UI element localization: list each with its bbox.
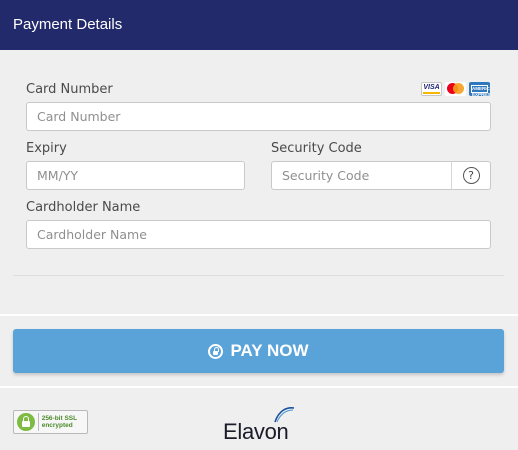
amex-icon: AMERICAN EXPRESS (469, 82, 490, 96)
cardholder-name-label: Cardholder Name (26, 200, 141, 215)
elavon-wordmark: Elavon (223, 419, 289, 444)
security-code-input[interactable] (272, 162, 451, 189)
secure-lock-icon (208, 343, 224, 359)
pay-now-label: PAY NOW (230, 341, 309, 360)
ssl-badge-line2: encrypted (41, 422, 73, 429)
accepted-cards: VISA AMERICAN EXPRESS (421, 82, 490, 96)
page-title: Payment Details (13, 16, 123, 33)
expiry-field[interactable] (26, 161, 245, 190)
footer-divider (0, 386, 518, 388)
pay-now-button[interactable]: PAY NOW (13, 329, 504, 373)
cardholder-name-input[interactable] (27, 221, 490, 248)
cardholder-name-field[interactable] (26, 220, 491, 249)
card-number-label: Card Number (26, 82, 113, 97)
card-number-field[interactable] (26, 102, 491, 131)
security-code-help-button[interactable]: ? (451, 161, 491, 190)
expiry-label: Expiry (26, 141, 67, 156)
security-code-field[interactable] (271, 161, 452, 190)
ssl-badge-line1: 256-bit SSL (41, 415, 78, 422)
ssl-badge-text: 256-bit SSL encrypted (42, 415, 87, 429)
visa-icon: VISA (421, 82, 442, 96)
ssl-lock-icon (17, 413, 35, 431)
card-number-input[interactable] (27, 103, 490, 130)
payment-header: Payment Details (0, 0, 518, 50)
form-divider (13, 275, 504, 276)
mastercard-icon (445, 82, 466, 96)
expiry-input[interactable] (27, 162, 244, 189)
security-code-label: Security Code (271, 141, 362, 156)
question-icon: ? (462, 167, 480, 184)
ssl-badge: 256-bit SSL encrypted (13, 410, 88, 434)
elavon-logo: Elavon (223, 407, 303, 444)
section-divider (0, 314, 518, 316)
